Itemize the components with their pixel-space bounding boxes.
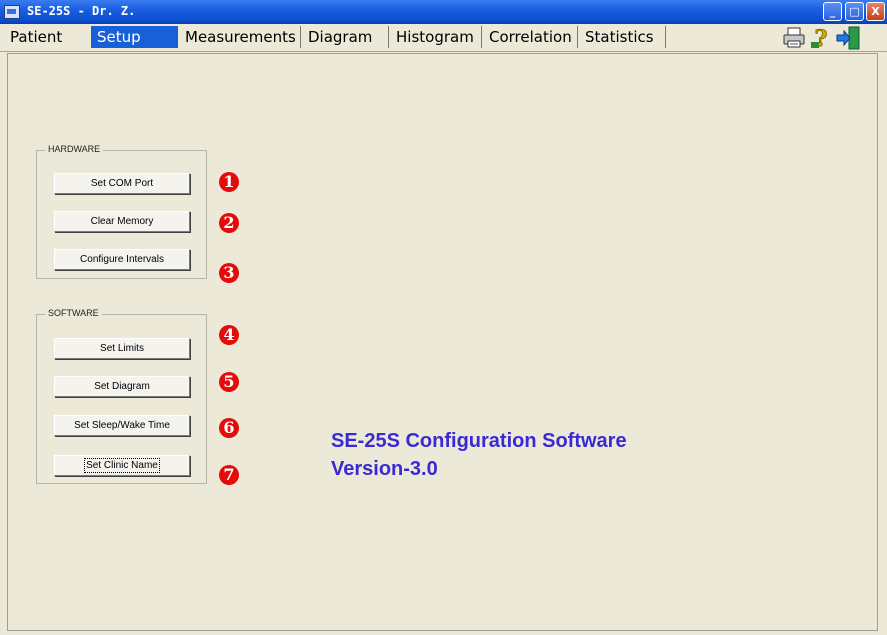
tab-diagram[interactable]: Diagram: [302, 26, 378, 48]
app-icon: [4, 5, 20, 19]
number-badge-6: 6: [219, 418, 239, 438]
number-badge-1: 1: [219, 172, 239, 192]
tab-measurements[interactable]: Measurements: [179, 26, 302, 48]
clear-memory-button[interactable]: Clear Memory: [54, 211, 190, 232]
hardware-group: HARDWARE Set COM Port Clear Memory Confi…: [36, 144, 207, 279]
clear-memory-label: Clear Memory: [90, 216, 154, 227]
number-badge-7: 7: [219, 465, 239, 485]
tab-correlation[interactable]: Correlation: [483, 26, 578, 48]
software-group-label: SOFTWARE: [45, 308, 102, 318]
number-badge-3: 3: [219, 263, 239, 283]
tab-separator: [665, 26, 666, 48]
maximize-button[interactable]: □: [845, 2, 864, 21]
set-sleep-wake-time-label: Set Sleep/Wake Time: [74, 420, 170, 431]
software-group: SOFTWARE Set Limits Set Diagram Set Slee…: [36, 308, 207, 484]
set-diagram-button[interactable]: Set Diagram: [54, 376, 190, 397]
set-clinic-name-button[interactable]: Set Clinic Name: [54, 455, 190, 476]
tab-separator: [577, 26, 578, 48]
version-caption: Version-3.0: [331, 458, 438, 480]
tab-setup[interactable]: Setup: [91, 26, 178, 48]
help-icon[interactable]: ?: [808, 25, 834, 50]
tab-bar: Patient Setup Measurements Diagram Histo…: [0, 24, 887, 52]
title-bar: SE-25S - Dr. Z. _ □ X: [0, 0, 887, 24]
app-title-caption: SE-25S Configuration Software: [331, 430, 627, 452]
close-button[interactable]: X: [866, 2, 885, 21]
window-title: SE-25S - Dr. Z.: [27, 4, 136, 18]
tab-histogram[interactable]: Histogram: [390, 26, 480, 48]
number-badge-4: 4: [219, 325, 239, 345]
exit-icon[interactable]: [835, 25, 861, 50]
hardware-group-label: HARDWARE: [45, 144, 104, 154]
tab-patient[interactable]: Patient: [4, 26, 68, 48]
set-limits-button[interactable]: Set Limits: [54, 338, 190, 359]
tab-separator: [481, 26, 482, 48]
set-com-port-label: Set COM Port: [90, 178, 154, 189]
number-badge-5: 5: [219, 372, 239, 392]
set-com-port-button[interactable]: Set COM Port: [54, 173, 190, 194]
set-sleep-wake-time-button[interactable]: Set Sleep/Wake Time: [54, 415, 190, 436]
tab-separator: [300, 26, 301, 48]
set-clinic-name-label: Set Clinic Name: [84, 458, 160, 473]
number-badge-2: 2: [219, 213, 239, 233]
tab-separator: [388, 26, 389, 48]
configure-intervals-button[interactable]: Configure Intervals: [54, 249, 190, 270]
printer-icon[interactable]: [781, 25, 807, 50]
main-panel: HARDWARE Set COM Port Clear Memory Confi…: [7, 53, 878, 631]
set-diagram-label: Set Diagram: [94, 381, 150, 392]
tab-statistics[interactable]: Statistics: [579, 26, 660, 48]
minimize-button[interactable]: _: [823, 2, 842, 21]
set-limits-label: Set Limits: [100, 343, 144, 354]
configure-intervals-label: Configure Intervals: [80, 254, 164, 265]
